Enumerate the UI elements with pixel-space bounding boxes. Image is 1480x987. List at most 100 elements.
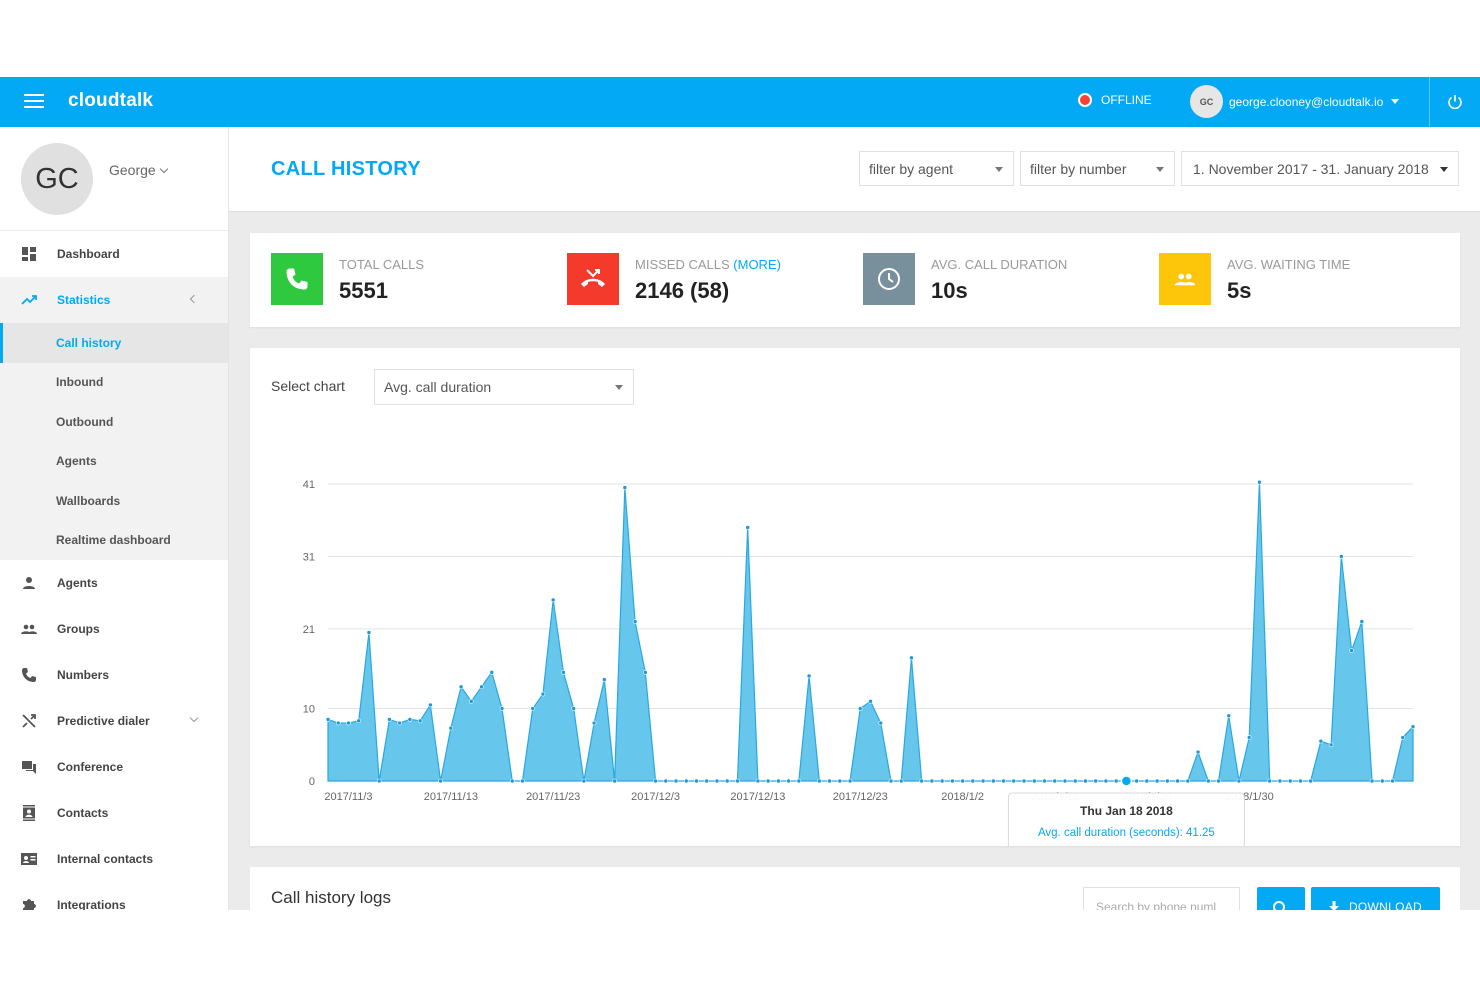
filter-number-value: filter by number xyxy=(1030,160,1127,177)
sidebar-item-groups[interactable]: Groups xyxy=(0,606,228,652)
data-point xyxy=(1339,554,1344,559)
more-link[interactable]: (MORE) xyxy=(733,257,781,272)
search-button[interactable] xyxy=(1257,887,1305,910)
dropdown-arrow-icon xyxy=(1156,167,1164,172)
stat-label: MISSED CALLS (MORE) xyxy=(635,257,781,272)
user-menu[interactable]: GC george.clooney@cloudtalk.io xyxy=(1190,85,1400,118)
data-point xyxy=(499,706,505,711)
search-icon xyxy=(1273,901,1285,910)
avg-call-duration-chart[interactable]: 0 10 21 31 41 2017/11/3 2017/11/13 2017/11/23 20… xyxy=(250,348,1460,846)
sidebar-item-conference[interactable]: Conference xyxy=(0,744,228,790)
sidebar-subitem-agents[interactable]: Agents xyxy=(0,442,228,482)
data-point xyxy=(827,778,832,784)
download-button[interactable]: DOWNLOAD xyxy=(1311,887,1440,910)
data-point xyxy=(745,525,750,530)
sidebar: GC George Dashboard Statistics Call hist… xyxy=(0,127,229,910)
data-point xyxy=(847,778,853,784)
chevron-down-icon xyxy=(1391,99,1400,104)
sidebar-item-predictive-dialer[interactable]: Predictive dialer xyxy=(0,698,228,744)
contact-card-icon xyxy=(21,853,37,865)
sidebar-subitem-wallboards[interactable]: Wallboards xyxy=(0,481,228,521)
sidebar-item-statistics[interactable]: Statistics xyxy=(0,277,228,323)
main-content: CALL HISTORY filter by agent filter by n… xyxy=(229,127,1480,910)
chart-card: Select chart Avg. call duration 0 10 21 31 4… xyxy=(250,348,1460,846)
menu-icon[interactable] xyxy=(24,94,44,110)
data-point xyxy=(1267,778,1272,784)
phone-icon xyxy=(22,668,36,682)
data-point xyxy=(1277,778,1283,784)
people-icon xyxy=(1175,273,1195,286)
status-label: OFFLINE xyxy=(1101,93,1152,107)
sidebar-item-label: Conference xyxy=(57,760,124,774)
power-icon[interactable] xyxy=(1446,93,1464,111)
stat-value: 5551 xyxy=(339,278,388,303)
stat-label: AVG. CALL DURATION xyxy=(931,257,1068,272)
stat-value: 2146 (58) xyxy=(635,278,730,303)
data-point xyxy=(407,717,413,722)
y-tick-label: 21 xyxy=(303,624,315,636)
data-point xyxy=(643,670,648,675)
data-point xyxy=(1226,713,1232,719)
data-point xyxy=(1379,778,1385,784)
data-point xyxy=(428,702,433,708)
sidebar-item-label: Agents xyxy=(57,576,98,590)
status-toggle[interactable]: OFFLINE xyxy=(1078,93,1152,107)
search-phone-input[interactable] xyxy=(1083,887,1240,910)
x-tick-label: 2018/1/2 xyxy=(941,791,984,803)
sidebar-item-label: Numbers xyxy=(57,668,110,682)
sidebar-subitem-inbound[interactable]: Inbound xyxy=(0,363,228,403)
user-email: george.clooney@cloudtalk.io xyxy=(1229,94,1384,109)
x-tick-label: 2017/11/23 xyxy=(526,791,580,803)
data-point xyxy=(1144,778,1150,784)
data-point xyxy=(366,630,372,635)
data-point xyxy=(325,717,331,722)
filter-agent-select[interactable]: filter by agent xyxy=(859,151,1014,186)
profile-menu[interactable]: George xyxy=(109,162,168,178)
data-point xyxy=(550,597,556,603)
data-point xyxy=(704,778,710,784)
data-point xyxy=(612,778,617,784)
sidebar-item-label: Predictive dialer xyxy=(57,714,150,728)
data-point xyxy=(837,778,843,784)
sidebar-subitem-realtime-dashboard[interactable]: Realtime dashboard xyxy=(0,521,228,561)
data-point xyxy=(335,720,341,726)
filter-number-select[interactable]: filter by number xyxy=(1020,151,1175,186)
date-range-select[interactable]: 1. November 2017 - 31. January 2018 xyxy=(1181,151,1459,186)
sidebar-item-contacts[interactable]: Contacts xyxy=(0,790,228,836)
data-point xyxy=(561,670,566,675)
statistics-submenu: Call history Inbound Outbound Agents Wal… xyxy=(0,323,228,560)
call-history-logs-card: Call history logs DOWNLOAD xyxy=(250,867,1460,910)
sidebar-subitem-outbound[interactable]: Outbound xyxy=(0,402,228,442)
data-point xyxy=(673,778,679,784)
stat-icon-box xyxy=(271,253,323,305)
sidebar-item-numbers[interactable]: Numbers xyxy=(0,652,228,698)
sidebar-item-internal-contacts[interactable]: Internal contacts xyxy=(0,836,228,882)
data-point xyxy=(683,778,689,784)
stat-label: AVG. WAITING TIME xyxy=(1227,257,1351,272)
data-point xyxy=(694,778,699,784)
data-point xyxy=(602,677,607,682)
phone-icon xyxy=(286,268,308,290)
sidebar-item-agents[interactable]: Agents xyxy=(0,560,228,606)
missed-call-icon xyxy=(581,269,605,287)
data-point xyxy=(1216,778,1221,784)
sidebar-subitem-call-history[interactable]: Call history xyxy=(0,323,228,363)
data-point xyxy=(1031,778,1037,784)
data-point xyxy=(1195,749,1201,755)
data-point xyxy=(919,778,924,784)
data-point xyxy=(622,485,628,490)
data-point xyxy=(888,778,894,784)
data-point xyxy=(509,778,515,784)
data-point xyxy=(397,720,402,726)
data-point xyxy=(950,778,955,784)
sidebar-item-dashboard[interactable]: Dashboard xyxy=(0,231,228,277)
data-point xyxy=(898,778,904,784)
data-point xyxy=(970,778,976,784)
data-point xyxy=(458,684,464,690)
logs-title: Call history logs xyxy=(271,888,391,907)
forum-icon xyxy=(22,761,36,774)
group-icon xyxy=(21,624,37,634)
tooltip-date: Thu Jan 18 2018 xyxy=(1080,804,1173,818)
sidebar-item-integrations[interactable]: Integrations xyxy=(0,882,228,910)
data-point xyxy=(571,706,576,711)
